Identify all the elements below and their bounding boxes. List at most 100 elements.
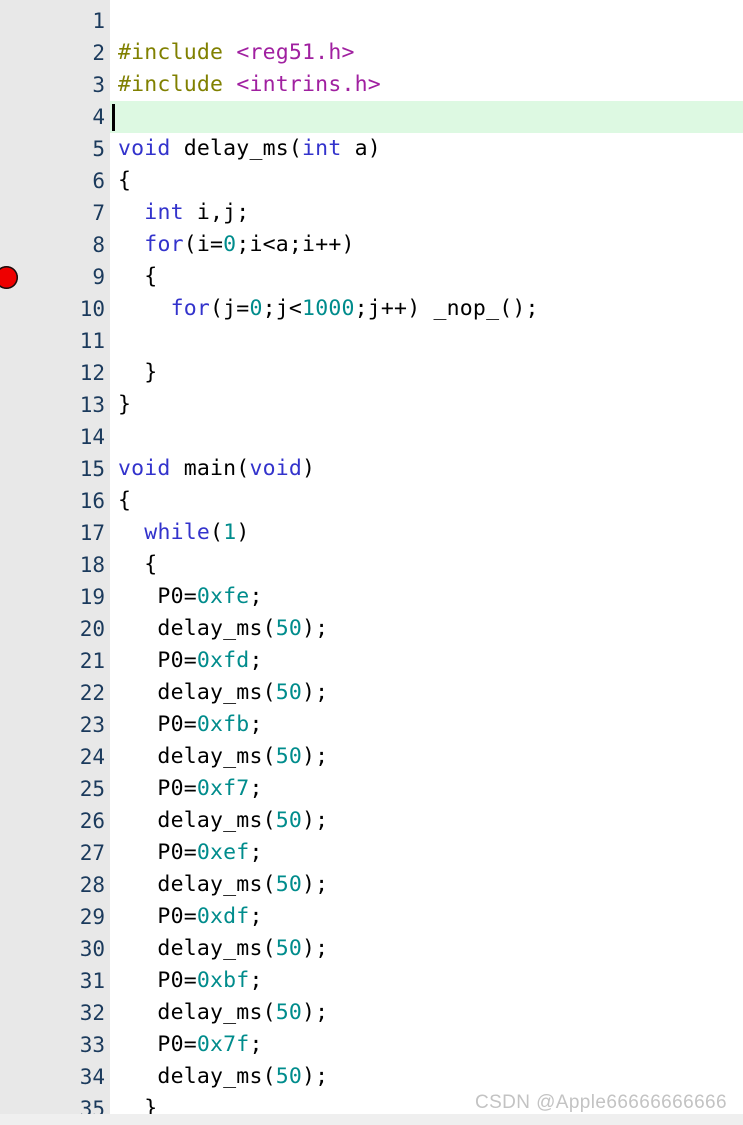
code-line[interactable]: 1 [0,5,743,37]
line-number: 16 [79,489,105,513]
code-token-id: P0= [118,712,197,737]
code-line[interactable]: 12 } [0,357,743,389]
code-token-id: { [118,264,158,289]
code-line[interactable]: 4 [0,101,743,133]
line-number: 1 [92,9,105,33]
code-line-text: for(j=0;j<1000;j++) _nop_(); [118,293,539,325]
code-line[interactable]: 3 #include <intrins.h> [0,69,743,101]
code-token-num: 50 [275,808,303,833]
code-token-num: 0 [223,232,237,257]
code-line[interactable]: 26 delay_ms(50); [0,805,743,837]
code-line[interactable]: 11 [0,325,743,357]
code-token-num: 0xfe [196,584,250,609]
code-token-id: delay_ms( [118,616,276,641]
code-token-id: P0= [118,1032,197,1057]
code-token-num: 0xef [196,840,250,865]
code-line-text: { [118,485,131,517]
text-cursor [112,104,115,131]
line-number: 30 [79,937,105,961]
code-line[interactable]: 24 delay_ms(50); [0,741,743,773]
code-line[interactable]: 27 P0=0xef; [0,837,743,869]
code-line[interactable]: 10 for(j=0;j<1000;j++) _nop_(); [0,293,743,325]
code-token-kw: int [144,200,184,225]
csdn-watermark: CSDN @Apple66666666666 [474,1092,727,1113]
line-number: 31 [79,969,105,993]
code-token-id: P0= [118,840,197,865]
code-token-id: ); [302,680,329,705]
code-line[interactable]: 25 P0=0xf7; [0,773,743,805]
code-token-id: { [118,168,132,193]
code-token-num: 0xdf [196,904,250,929]
line-number: 5 [92,137,105,161]
code-line[interactable]: 2 #include <reg51.h> [0,37,743,69]
code-token-kw: void [118,136,171,161]
line-number: 11 [79,329,105,353]
code-line[interactable]: 33 P0=0x7f; [0,1029,743,1061]
code-line-text: #include <reg51.h> [118,37,355,69]
line-number: 23 [79,713,105,737]
code-line[interactable]: 21 P0=0xfd; [0,645,743,677]
code-token-id: ( [210,520,224,545]
code-line[interactable]: 6{ [0,165,743,197]
code-line[interactable]: 23 P0=0xfb; [0,709,743,741]
code-editor-screenshot: 1 2 #include <reg51.h> 3 #include <intrins.h… [0,0,743,1125]
code-line[interactable]: 31 P0=0xbf; [0,965,743,997]
code-line[interactable]: 16 { [0,485,743,517]
line-number: 6 [92,169,105,193]
line-number: 32 [79,1001,105,1025]
code-token-id: ; [249,648,263,673]
code-token-id: delay_ms( [118,680,276,705]
line-number: 29 [79,905,105,929]
line-number: 19 [79,585,105,609]
code-token-id: delay_ms( [118,808,276,833]
code-line[interactable]: 8 for(i=0;i<a;i++) [0,229,743,261]
code-token-hdr: <reg51.h> [236,40,355,65]
code-line[interactable]: 19 P0=0xfe; [0,581,743,613]
code-line[interactable]: 30 delay_ms(50); [0,933,743,965]
line-number: 21 [79,649,105,673]
code-token-id [223,72,236,97]
code-token-id: P0= [118,584,197,609]
code-line-text: P0=0xfe; [118,581,263,613]
code-line[interactable]: 34 delay_ms(50); [0,1061,743,1093]
code-token-pre: #include [118,72,224,97]
code-token-id: ; [249,584,263,609]
code-line[interactable]: 13} [0,389,743,421]
code-line[interactable]: 9 { [0,261,743,293]
code-token-num: 50 [275,680,303,705]
code-line[interactable]: 7 int i,j; [0,197,743,229]
code-token-id: delay_ms( [118,936,276,961]
code-token-num: 1 [223,520,237,545]
code-token-id: delay_ms( [118,744,276,769]
code-line-text: void main(void) [118,453,315,485]
code-token-kw: void [118,456,171,481]
code-line[interactable]: 32 delay_ms(50); [0,997,743,1029]
line-number: 33 [79,1033,105,1057]
code-line-text: P0=0xbf; [118,965,263,997]
code-line[interactable]: 15 void main(void) [0,453,743,485]
code-token-id: ; [249,968,263,993]
line-number: 7 [92,201,105,225]
code-line[interactable]: 5 void delay_ms(int a) [0,133,743,165]
code-token-num: 0xfd [196,648,250,673]
code-line[interactable]: 14 [0,421,743,453]
code-token-id: ; [249,840,263,865]
code-token-id: ) [302,456,316,481]
line-number: 2 [92,41,105,65]
code-token-id: (j= [210,296,250,321]
code-token-id: { [118,488,132,513]
code-text-area[interactable]: 1 2 #include <reg51.h> 3 #include <intrins.h… [0,0,743,1121]
code-line[interactable]: 28 delay_ms(50); [0,869,743,901]
code-line[interactable]: 18 { [0,549,743,581]
code-token-id: P0= [118,968,197,993]
code-token-id: i,j; [183,200,250,225]
code-line[interactable]: 20 delay_ms(50); [0,613,743,645]
line-number: 10 [79,297,105,321]
code-token-kw: void [249,456,303,481]
code-token-id [118,296,171,321]
line-number: 8 [92,233,105,257]
code-line[interactable]: 17 while(1) [0,517,743,549]
code-line[interactable]: 29 P0=0xdf; [0,901,743,933]
code-token-num: 0xfb [196,712,250,737]
code-line[interactable]: 22 delay_ms(50); [0,677,743,709]
